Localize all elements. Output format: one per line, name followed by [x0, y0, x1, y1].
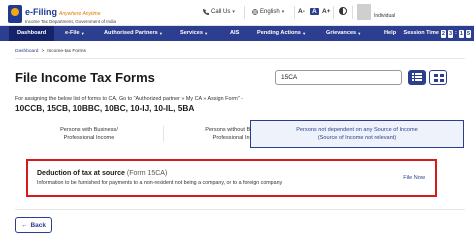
- nav-pending-actions[interactable]: Pending Actions ▾: [257, 26, 305, 41]
- chevron-down-icon: ▾: [81, 31, 84, 36]
- divider: [15, 58, 465, 59]
- form-description: Information to be furnished for payments…: [37, 180, 283, 186]
- tab-persons-not-dependent-on-income[interactable]: Persons not dependent on any Source of I…: [250, 120, 464, 148]
- nav-label: Dashboard: [17, 30, 47, 36]
- form-codes-list: 10CCB, 15CB, 10BBC, 10BC, 10-IJ, 10-IL, …: [15, 103, 195, 113]
- breadcrumb-dashboard[interactable]: Dashboard: [15, 49, 38, 54]
- chevron-down-icon: ▾: [358, 31, 361, 36]
- session-digit: 3: [447, 29, 454, 38]
- nav-services[interactable]: Services ▾: [180, 26, 207, 41]
- list-view-icon: [412, 73, 422, 81]
- breadcrumb-separator: >: [41, 49, 45, 54]
- tab-label: Persons with Business/ Professional Inco…: [60, 126, 118, 141]
- main-nav: Dashboard e-File ▾ Authorised Partners ▾…: [0, 26, 474, 41]
- call-us-label: Call Us: [211, 9, 231, 15]
- nav-label: Grievances: [326, 30, 357, 36]
- breadcrumb-current: Income-tax Forms: [47, 49, 86, 54]
- form-15ca-card[interactable]: Deduction of tax at source (Form 15CA) I…: [26, 159, 437, 197]
- nav-dashboard[interactable]: Dashboard: [9, 26, 55, 41]
- call-us-dropdown[interactable]: Call Us ▾: [203, 9, 235, 15]
- form-number: (Form 15CA): [126, 170, 168, 177]
- logo-title: e-Filing: [25, 7, 57, 17]
- decrease-font-button[interactable]: A-: [298, 8, 305, 15]
- category-tabs: Persons with Business/ Professional Inco…: [15, 120, 464, 148]
- session-digit: 2: [440, 29, 446, 38]
- back-label: Back: [30, 221, 47, 229]
- default-font-button[interactable]: A: [310, 8, 319, 15]
- assign-form-instruction: For assigning the below list of forms to…: [15, 96, 243, 102]
- nav-help[interactable]: Help: [384, 26, 396, 41]
- nav-label: AIS: [230, 30, 240, 36]
- breadcrumb: Dashboard > Income-tax Forms: [15, 49, 86, 54]
- tab-persons-with-business-income[interactable]: Persons with Business/ Professional Inco…: [15, 120, 163, 148]
- efiling-logo[interactable]: e-Filing Anywhere Anytime Income Tax Depa…: [8, 3, 116, 25]
- emblem-icon: [8, 4, 22, 23]
- nav-ais[interactable]: AIS: [230, 26, 239, 41]
- language-label: English: [260, 9, 280, 15]
- user-type-label: Individual: [374, 13, 396, 19]
- divider: [244, 6, 245, 19]
- list-view-button[interactable]: [408, 70, 426, 85]
- contrast-toggle-icon[interactable]: [339, 7, 347, 15]
- page-title: File Income Tax Forms: [15, 70, 155, 85]
- divider: [294, 6, 295, 19]
- chevron-down-icon: ▾: [232, 9, 235, 15]
- tab-label: Persons not dependent on any Source of I…: [296, 126, 418, 141]
- phone-icon: [203, 9, 209, 15]
- nav-label: Pending Actions: [257, 30, 301, 36]
- nav-e-file[interactable]: e-File ▾: [65, 26, 84, 41]
- chevron-down-icon: ▾: [302, 31, 306, 36]
- divider: [352, 6, 353, 19]
- language-dropdown[interactable]: English ▾: [252, 9, 284, 15]
- divider: [15, 209, 465, 210]
- logo-tagline: Anywhere Anytime: [59, 11, 101, 17]
- form-card-title: Deduction of tax at source (Form 15CA): [37, 170, 167, 177]
- nav-label: e-File: [65, 30, 80, 36]
- globe-icon: [252, 9, 258, 15]
- nav-grievances[interactable]: Grievances ▾: [326, 26, 360, 41]
- back-button[interactable]: ← Back: [15, 217, 52, 233]
- nav-label: Help: [384, 30, 397, 36]
- grid-view-icon: [434, 74, 444, 82]
- increase-font-button[interactable]: A+: [322, 8, 331, 15]
- file-now-link[interactable]: File Now: [403, 175, 425, 181]
- chevron-down-icon: ▾: [159, 31, 163, 36]
- top-header: e-Filing Anywhere Anytime Income Tax Depa…: [0, 0, 474, 26]
- nav-authorised-partners[interactable]: Authorised Partners ▾: [104, 26, 162, 41]
- logo-subtitle: Income Tax Department, Government of Ind…: [25, 19, 116, 24]
- nav-label: Services: [180, 30, 204, 36]
- nav-label: Authorised Partners: [104, 30, 158, 36]
- session-digit: 5: [465, 29, 471, 38]
- session-timer: Session Time 2 3 : 1 5: [404, 26, 471, 41]
- session-label: Session Time: [403, 30, 439, 36]
- avatar[interactable]: [357, 4, 371, 20]
- chevron-down-icon: ▾: [281, 9, 285, 15]
- session-digit: 1: [458, 29, 464, 38]
- grid-view-button[interactable]: [429, 70, 447, 85]
- arrow-left-icon: ←: [20, 221, 28, 229]
- search-input[interactable]: [275, 70, 402, 85]
- divider: [333, 6, 334, 19]
- chevron-down-icon: ▾: [205, 31, 208, 36]
- form-title: Deduction of tax at source: [37, 170, 125, 177]
